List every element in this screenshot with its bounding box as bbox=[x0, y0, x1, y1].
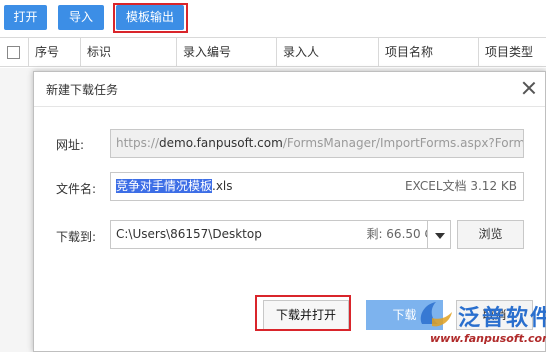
grid-header: 序号 标识 录入编号 录入人 项目名称 项目类型 bbox=[0, 37, 546, 67]
saveto-label: 下载到: bbox=[56, 230, 97, 244]
column-header-entry-user[interactable]: 录入人 bbox=[276, 38, 378, 67]
filename-selected-text: 竞争对手情况模板 bbox=[116, 179, 213, 193]
column-header-seq[interactable]: 序号 bbox=[28, 38, 80, 67]
highlight-box-download-open bbox=[255, 295, 351, 331]
file-meta: EXCEL文档 3.12 KB bbox=[404, 179, 517, 193]
watermark: 泛普软件 www.fanpusoft.com bbox=[412, 298, 546, 352]
filename-extension: .xls bbox=[212, 179, 233, 193]
saveto-input[interactable]: C:\Users\86157\Desktop 剩: 66.50 GB bbox=[110, 220, 451, 249]
filename-label: 文件名: bbox=[56, 182, 97, 196]
column-header-id[interactable]: 标识 bbox=[80, 38, 176, 67]
import-button[interactable]: 导入 bbox=[58, 5, 104, 30]
saveto-path: C:\Users\86157\Desktop bbox=[116, 227, 262, 241]
column-header-entry-no[interactable]: 录入编号 bbox=[176, 38, 276, 67]
open-button[interactable]: 打开 bbox=[4, 5, 47, 30]
dialog-title: 新建下载任务 bbox=[46, 83, 119, 97]
url-path: /FormsManager/ImportForms.aspx?Formi bbox=[282, 136, 524, 150]
watermark-brand: 泛普软件 bbox=[458, 306, 546, 331]
url-label: 网址: bbox=[56, 138, 85, 152]
browse-button[interactable]: 浏览 bbox=[457, 220, 524, 249]
filename-input[interactable]: 竞争对手情况模板.xls EXCEL文档 3.12 KB bbox=[110, 172, 524, 201]
column-header-project-name[interactable]: 项目名称 bbox=[378, 38, 478, 67]
watermark-url: www.fanpusoft.com bbox=[430, 332, 546, 345]
url-field: https://demo.fanpusoft.com/FormsManager/… bbox=[110, 129, 524, 158]
saveto-dropdown-button[interactable] bbox=[427, 220, 451, 249]
select-all-checkbox[interactable] bbox=[7, 46, 20, 59]
highlight-box-export bbox=[113, 3, 188, 33]
url-host: demo.fanpusoft.com bbox=[159, 136, 283, 150]
dialog-divider bbox=[34, 106, 545, 107]
brand-logo-icon bbox=[420, 302, 452, 327]
close-icon[interactable] bbox=[522, 81, 536, 95]
column-header-project-type[interactable]: 项目类型 bbox=[478, 38, 546, 67]
toolbar: 打开 导入 模板输出 bbox=[0, 0, 546, 40]
url-prefix: https:// bbox=[116, 136, 160, 150]
